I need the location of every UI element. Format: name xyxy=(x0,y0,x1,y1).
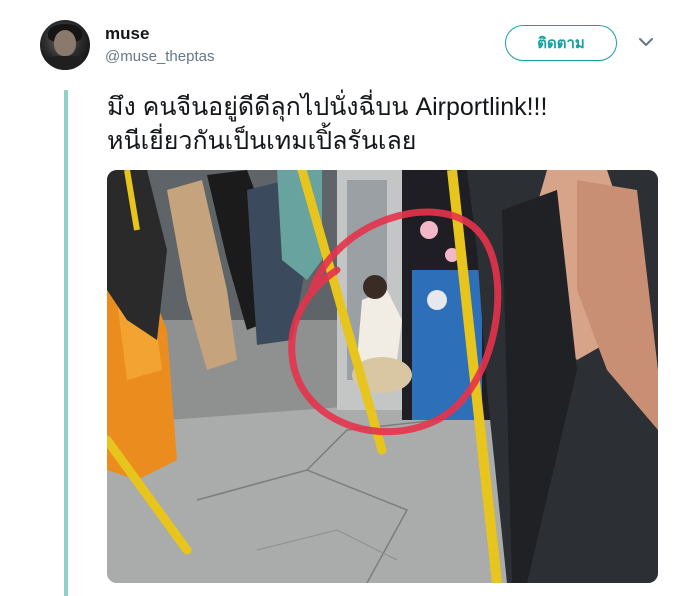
follow-button[interactable]: ติดตาม xyxy=(505,25,617,61)
chevron-down-icon[interactable] xyxy=(638,36,654,48)
tweet-text-line-2: หนีเยี่ยวกันเป็นเทมเปิ้ลรันเลย xyxy=(107,127,417,155)
thread-line xyxy=(64,90,68,596)
user-handle[interactable]: @muse_theptas xyxy=(105,48,214,65)
photo-train-interior xyxy=(107,170,658,583)
tweet-photo[interactable] xyxy=(107,170,658,583)
tweet-text: มึง คนจีนอยู่ดีดีลุกไปนั่งฉี่บน Airportl… xyxy=(107,90,677,158)
avatar[interactable] xyxy=(40,20,90,70)
tweet-card: muse @muse_theptas ติดตาม มึง คนจีนอยู่ด… xyxy=(0,0,700,596)
tweet-text-line-1: มึง คนจีนอยู่ดีดีลุกไปนั่งฉี่บน Airportl… xyxy=(107,93,548,121)
display-name[interactable]: muse xyxy=(105,24,149,44)
